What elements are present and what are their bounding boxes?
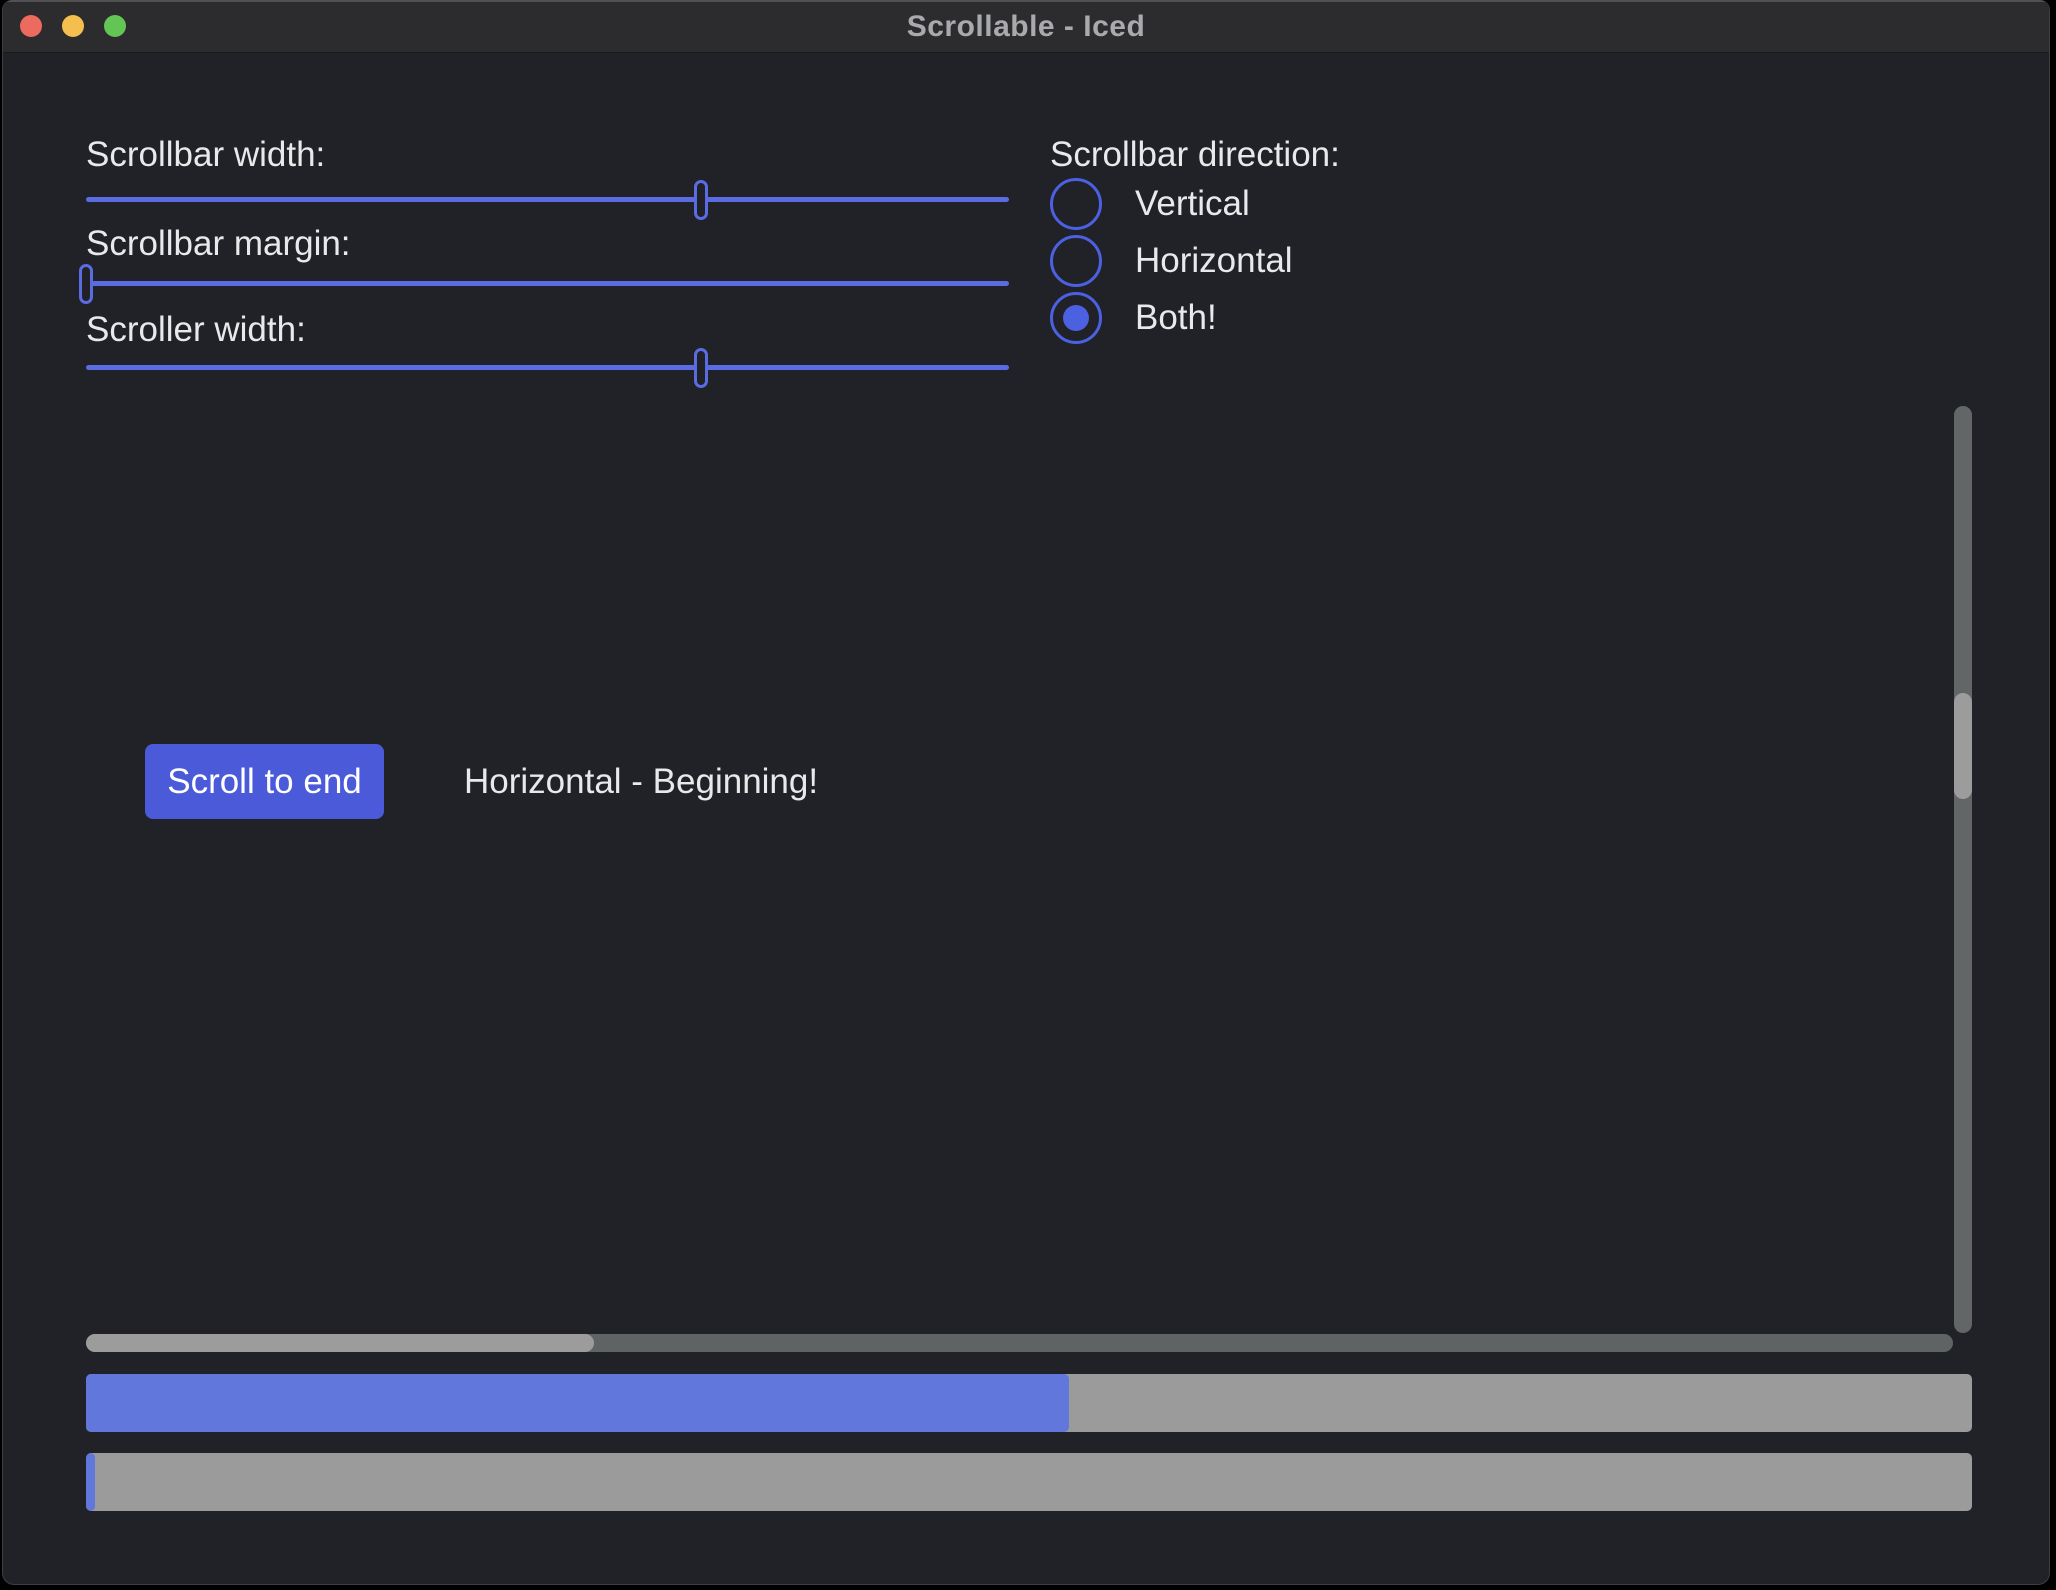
horizontal-scrollbar-thumb[interactable] [86,1334,594,1352]
radio-label[interactable]: Both! [1135,298,1217,338]
radio-circle-icon[interactable] [1050,235,1102,287]
horizontal-progress-bar [86,1374,1972,1432]
progress-fill [86,1453,95,1511]
radio-horizontal[interactable]: Horizontal [1050,235,1293,287]
scroller-width-slider[interactable] [86,345,1009,391]
horizontal-scrollbar[interactable] [86,1334,1953,1352]
scroll-to-end-button[interactable]: Scroll to end [145,744,384,819]
window-titlebar: Scrollable - Iced [3,0,2049,53]
scrollbar-margin-label: Scrollbar margin: [86,222,351,266]
radio-label[interactable]: Vertical [1135,184,1250,224]
radio-vertical[interactable]: Vertical [1050,178,1293,230]
radio-circle-icon[interactable] [1050,292,1102,344]
radio-circle-icon[interactable] [1050,178,1102,230]
window-content: Scrollbar width: Scrollbar margin: Scrol… [3,53,2049,1585]
vertical-scrollbar-thumb[interactable] [1954,693,1972,799]
scrollbar-direction-group: Vertical Horizontal Both! [1050,178,1293,349]
radio-selected-dot [1063,305,1089,331]
vertical-progress-bar [86,1453,1972,1511]
vertical-scrollbar[interactable] [1954,406,1972,1333]
scrollbar-margin-slider[interactable] [86,261,1009,307]
slider-handle[interactable] [694,180,708,220]
scrollbar-width-slider[interactable] [86,177,1009,223]
slider-handle[interactable] [79,264,93,304]
scrollbar-width-label: Scrollbar width: [86,133,325,177]
scroll-position-status: Horizontal - Beginning! [464,744,818,819]
slider-rail [86,365,1009,370]
slider-handle[interactable] [694,348,708,388]
slider-rail [86,197,1009,202]
progress-fill [86,1374,1069,1432]
scrollbar-direction-label: Scrollbar direction: [1050,133,1340,177]
radio-label[interactable]: Horizontal [1135,241,1293,281]
app-window: Scrollable - Iced Scrollbar width: Scrol… [2,0,2050,1585]
slider-rail [86,281,1009,286]
radio-both[interactable]: Both! [1050,292,1293,344]
window-title: Scrollable - Iced [3,0,2049,52]
